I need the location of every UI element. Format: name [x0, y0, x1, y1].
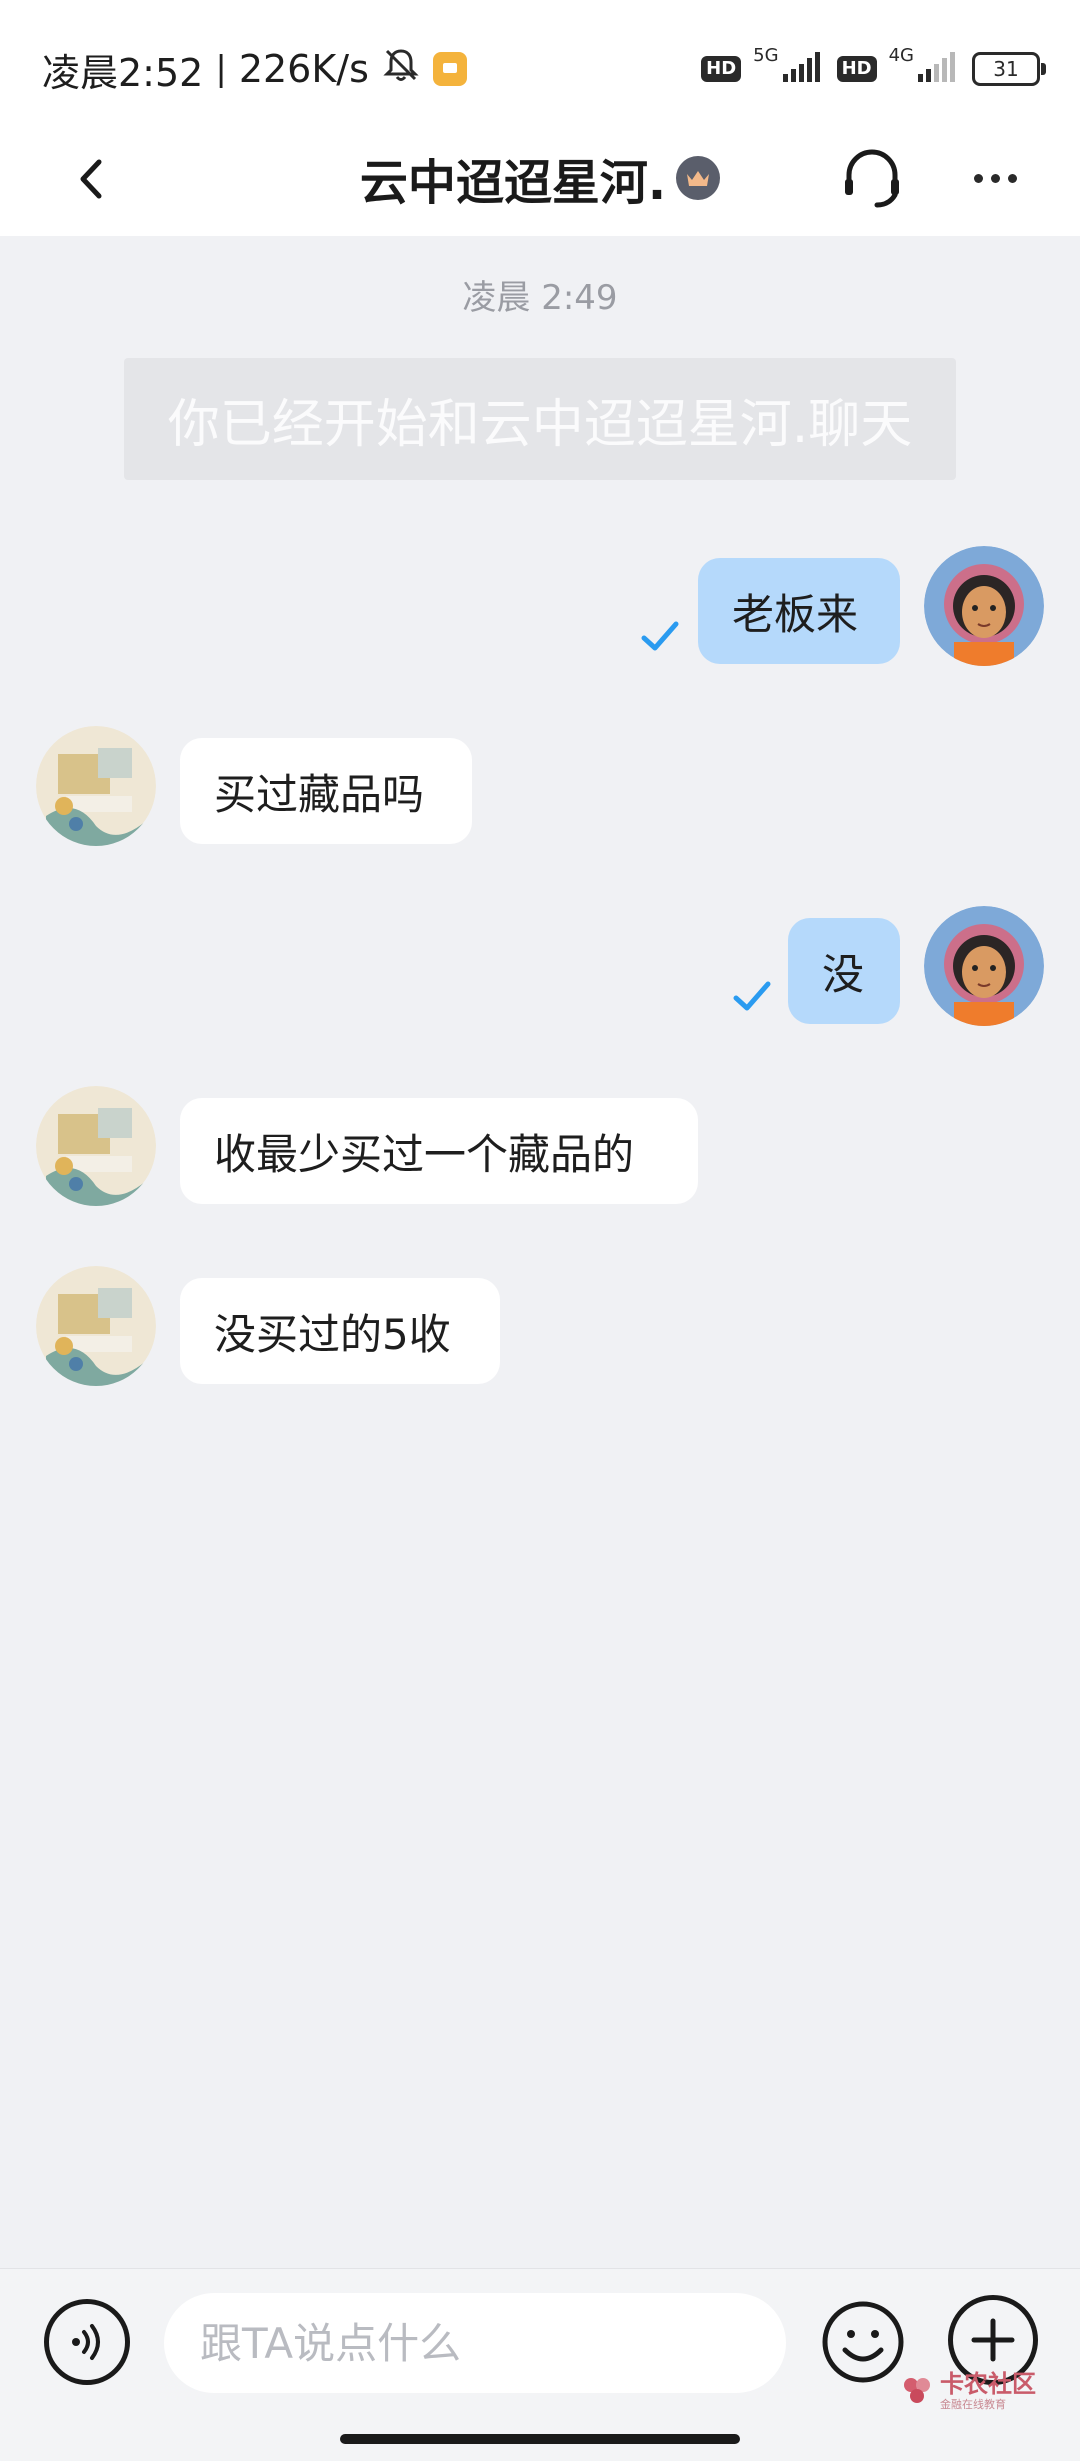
watermark: 卡农社区 金融在线教育: [900, 2372, 1036, 2410]
network-gen-1: 5G: [753, 44, 779, 66]
plus-icon: [971, 2318, 1015, 2362]
more-dot: [973, 173, 983, 183]
more-dot: [990, 173, 1000, 183]
headset-icon: [845, 149, 899, 208]
incoming-message-bubble[interactable]: 买过藏品吗: [180, 738, 472, 844]
title-wrap[interactable]: 云中迢迢星河.: [0, 138, 1080, 218]
crown-badge-icon: [676, 156, 721, 200]
status-time: 凌晨2:52: [42, 50, 204, 95]
more-button[interactable]: [960, 138, 1030, 218]
mute-bell-icon: [381, 45, 421, 94]
hd-badge-2: HD: [836, 56, 877, 82]
outgoing-message-bubble[interactable]: 老板来: [698, 558, 900, 664]
status-left: 凌晨2:52 | 226K/s: [42, 42, 467, 96]
notification-icon: [432, 52, 467, 86]
emoji-button[interactable]: [818, 2297, 908, 2387]
more-dot: [1007, 173, 1017, 183]
my-avatar[interactable]: [924, 906, 1044, 1026]
home-indicator[interactable]: [340, 2434, 740, 2444]
status-divider: |: [215, 49, 227, 89]
read-check-icon: [733, 981, 771, 1011]
support-button[interactable]: [832, 138, 912, 218]
emoji-icon: [822, 2301, 904, 2383]
my-avatar[interactable]: [924, 546, 1044, 666]
battery-level: 31: [993, 57, 1019, 81]
outgoing-message-bubble[interactable]: 没: [788, 918, 900, 1024]
network-gen-2: 4G: [888, 44, 914, 66]
contact-avatar[interactable]: [36, 1266, 156, 1386]
watermark-subtext: 金融在线教育: [940, 2398, 1006, 2411]
voice-icon: [72, 2324, 100, 2360]
page-title: 云中迢迢星河.: [359, 155, 667, 211]
incoming-message-bubble[interactable]: 没买过的5收: [180, 1278, 500, 1384]
message-input[interactable]: [164, 2293, 786, 2393]
contact-avatar[interactable]: [36, 1086, 156, 1206]
incoming-message-bubble[interactable]: 收最少买过一个藏品的: [180, 1098, 698, 1204]
message-timestamp: 凌晨 2:49: [462, 278, 618, 318]
hd-badge-1: HD: [701, 56, 742, 82]
read-check-icon: [641, 621, 679, 651]
contact-avatar[interactable]: [36, 726, 156, 846]
signal-icon-1: [781, 50, 825, 88]
status-bar: 凌晨2:52 | 226K/s HD 5G HD 4G 31: [0, 0, 1080, 120]
watermark-logo-icon: [904, 2378, 930, 2403]
system-notice: 你已经开始和云中迢迢星河.聊天: [124, 358, 956, 480]
battery-icon: 31: [972, 52, 1046, 86]
chat-header: 云中迢迢星河.: [0, 120, 1080, 236]
watermark-text: 卡农社区: [940, 2370, 1036, 2398]
signal-icon-2: [916, 50, 960, 88]
status-right: HD 5G HD 4G 31: [701, 42, 1046, 96]
net-speed: 226K/s: [238, 47, 369, 91]
voice-button[interactable]: [44, 2299, 130, 2385]
input-bar: [0, 2268, 1080, 2461]
